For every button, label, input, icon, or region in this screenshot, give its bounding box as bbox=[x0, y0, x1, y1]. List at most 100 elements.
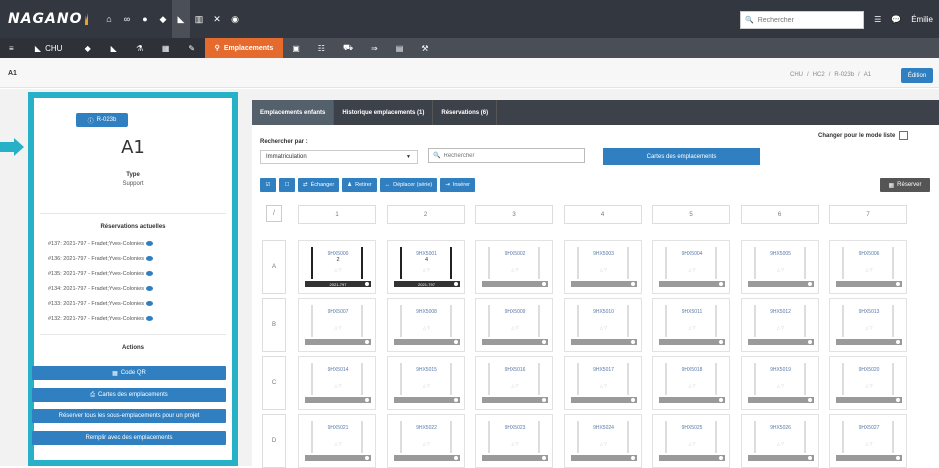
info-dot-icon[interactable] bbox=[719, 456, 723, 460]
home-icon[interactable]: ⌂ bbox=[100, 0, 118, 38]
location-code[interactable]: 9HX5018 bbox=[653, 367, 731, 373]
location-cell[interactable]: 9HX5012 △ ▽ bbox=[740, 298, 820, 352]
location-cell[interactable]: 9HX5004 △ ▽ bbox=[652, 240, 730, 294]
location-cell[interactable]: 9HX5006 △ ▽ bbox=[829, 240, 907, 294]
global-search-input[interactable] bbox=[757, 16, 858, 24]
info-dot-icon[interactable] bbox=[719, 340, 723, 344]
location-code[interactable]: 9HX5026 bbox=[742, 425, 820, 431]
info-dot-icon[interactable] bbox=[542, 456, 546, 460]
location-cell[interactable]: 9HX5025 △ ▽ bbox=[652, 414, 730, 468]
location-cell[interactable]: 9HX5023 △ ▽ bbox=[475, 414, 553, 468]
eye-icon[interactable] bbox=[146, 256, 154, 261]
search-by-select[interactable]: Immatriculation ▼ bbox=[260, 150, 418, 164]
info-dot-icon[interactable] bbox=[630, 456, 635, 460]
table-icon[interactable]: ▣ bbox=[283, 38, 309, 58]
location-code[interactable]: 9HX5013 bbox=[830, 309, 908, 315]
row-header[interactable]: B bbox=[262, 298, 286, 352]
location-code[interactable]: 9HX5002 bbox=[476, 251, 554, 257]
move-series-button[interactable]: ↔ Déplacer (série) bbox=[379, 178, 438, 192]
column-header[interactable]: 4 bbox=[563, 205, 642, 224]
location-code[interactable]: 9HX5027 bbox=[830, 425, 908, 431]
select-all-checkbox[interactable]: ☑ bbox=[260, 178, 276, 192]
location-maps-button[interactable]: ⎙ Cartes des emplacements bbox=[32, 388, 226, 402]
location-code[interactable]: 9HX5017 bbox=[565, 367, 643, 373]
location-cell[interactable]: 9HX5026 △ ▽ bbox=[740, 414, 820, 468]
fill-locations-button[interactable]: Remplir avec des emplacements bbox=[32, 431, 226, 445]
tint-icon[interactable]: ◆ bbox=[74, 38, 101, 58]
reserve-all-button[interactable]: Réserver tous les sous-emplacements pour… bbox=[32, 409, 226, 423]
location-code[interactable]: 9HX5024 bbox=[565, 425, 643, 431]
location-cell[interactable]: 9HX5005 △ ▽ bbox=[740, 240, 819, 294]
remove-button[interactable]: ♟ Retirer bbox=[342, 178, 377, 192]
tab-child-locations[interactable]: Emplacements enfants bbox=[252, 100, 335, 125]
infinity-icon[interactable]: ∞ bbox=[118, 0, 136, 38]
qr-code-button[interactable]: ▦ Code QR bbox=[32, 366, 226, 380]
tab-reservations[interactable]: Réservations (6) bbox=[433, 100, 498, 125]
location-code[interactable]: 9HX5014 bbox=[299, 367, 377, 373]
breadcrumb-item[interactable]: HC2 bbox=[813, 72, 825, 78]
info-dot-icon[interactable] bbox=[542, 282, 546, 286]
breadcrumb-item[interactable]: R-023b bbox=[834, 72, 854, 78]
column-header[interactable]: 7 bbox=[829, 205, 907, 224]
calendar-icon[interactable]: ▦ bbox=[152, 38, 179, 58]
location-cell[interactable]: 9HX5000 2 △ ▽ 2021-797 bbox=[298, 240, 376, 294]
info-dot-icon[interactable] bbox=[630, 282, 635, 286]
swap-button[interactable]: ⇄ Échanger bbox=[298, 178, 340, 192]
location-cell[interactable]: 9HX5018 △ ▽ bbox=[652, 356, 730, 410]
location-code[interactable]: 9HX5016 bbox=[476, 367, 554, 373]
location-cell[interactable]: 9HX5015 △ ▽ bbox=[386, 356, 466, 410]
info-dot-icon[interactable] bbox=[896, 456, 900, 460]
location-code[interactable]: 9HX5006 bbox=[830, 251, 908, 257]
pen-icon[interactable]: ✎ bbox=[178, 38, 205, 58]
tint-icon[interactable]: ◆ bbox=[154, 0, 172, 38]
eye-icon[interactable] bbox=[146, 241, 154, 246]
location-cell[interactable]: 9HX5024 △ ▽ bbox=[563, 414, 643, 468]
location-code[interactable]: 9HX5007 bbox=[299, 309, 377, 315]
flask-icon[interactable]: ● bbox=[136, 0, 154, 38]
location-code[interactable]: 9HX5012 bbox=[742, 309, 820, 315]
location-cell[interactable]: 9HX5019 △ ▽ bbox=[740, 356, 820, 410]
info-dot-icon[interactable] bbox=[453, 340, 458, 344]
location-cell[interactable]: 9HX5014 △ ▽ bbox=[298, 356, 376, 410]
location-code[interactable]: 9HX5025 bbox=[653, 425, 731, 431]
info-dot-icon[interactable] bbox=[719, 398, 723, 402]
eye-icon[interactable] bbox=[146, 301, 154, 306]
info-dot-icon[interactable] bbox=[896, 282, 900, 286]
column-header[interactable]: 3 bbox=[475, 205, 553, 224]
info-dot-icon[interactable] bbox=[807, 398, 812, 402]
location-code[interactable]: 9HX5003 bbox=[565, 251, 643, 257]
location-cell[interactable]: 9HX5020 △ ▽ bbox=[829, 356, 907, 410]
info-dot-icon[interactable] bbox=[807, 456, 812, 460]
chu-item[interactable]: ◣ CHU bbox=[22, 38, 75, 58]
location-cell[interactable]: 9HX5021 △ ▽ bbox=[298, 414, 376, 468]
user-name[interactable]: Émilie bbox=[911, 15, 933, 24]
location-code[interactable]: 9HX5023 bbox=[476, 425, 554, 431]
deselect-all-checkbox[interactable]: ☐ bbox=[279, 178, 295, 192]
cart-icon[interactable]: ⛟ bbox=[334, 38, 362, 58]
location-code[interactable]: 9HX5019 bbox=[742, 367, 820, 373]
location-code[interactable]: 9HX5008 bbox=[388, 309, 466, 315]
info-dot-icon[interactable] bbox=[365, 282, 369, 286]
location-cell[interactable]: 9HX5016 △ ▽ bbox=[475, 356, 553, 410]
list-mode-toggle[interactable]: Changer pour le mode liste bbox=[818, 131, 909, 140]
info-dot-icon[interactable] bbox=[453, 456, 458, 460]
location-code[interactable]: 9HX5009 bbox=[476, 309, 554, 315]
column-header[interactable]: 1 bbox=[298, 205, 376, 224]
location-code[interactable]: 9HX5015 bbox=[388, 367, 466, 373]
row-header[interactable]: A bbox=[262, 240, 286, 294]
info-dot-icon[interactable] bbox=[453, 282, 458, 286]
info-dot-icon[interactable] bbox=[365, 398, 369, 402]
location-cell[interactable]: 9HX5010 △ ▽ bbox=[563, 298, 642, 352]
info-dot-icon[interactable] bbox=[807, 282, 812, 286]
info-dot-icon[interactable] bbox=[453, 398, 458, 402]
location-cell[interactable]: 9HX5001 4 △ ▽ 2021-797 bbox=[386, 240, 465, 294]
info-dot-icon[interactable] bbox=[630, 398, 635, 402]
location-cell[interactable]: 9HX5027 △ ▽ bbox=[829, 414, 907, 468]
gauge-icon[interactable]: ◉ bbox=[226, 0, 244, 38]
location-cell[interactable]: 9HX5007 △ ▽ bbox=[298, 298, 376, 352]
location-code[interactable]: 9HX5020 bbox=[830, 367, 908, 373]
parent-location-badge[interactable]: ⓘ R-023b bbox=[76, 113, 128, 127]
location-cell[interactable]: 9HX5013 △ ▽ bbox=[829, 298, 907, 352]
location-cell[interactable]: 9HX5017 △ ▽ bbox=[563, 356, 643, 410]
global-search[interactable]: 🔍 bbox=[740, 11, 864, 29]
